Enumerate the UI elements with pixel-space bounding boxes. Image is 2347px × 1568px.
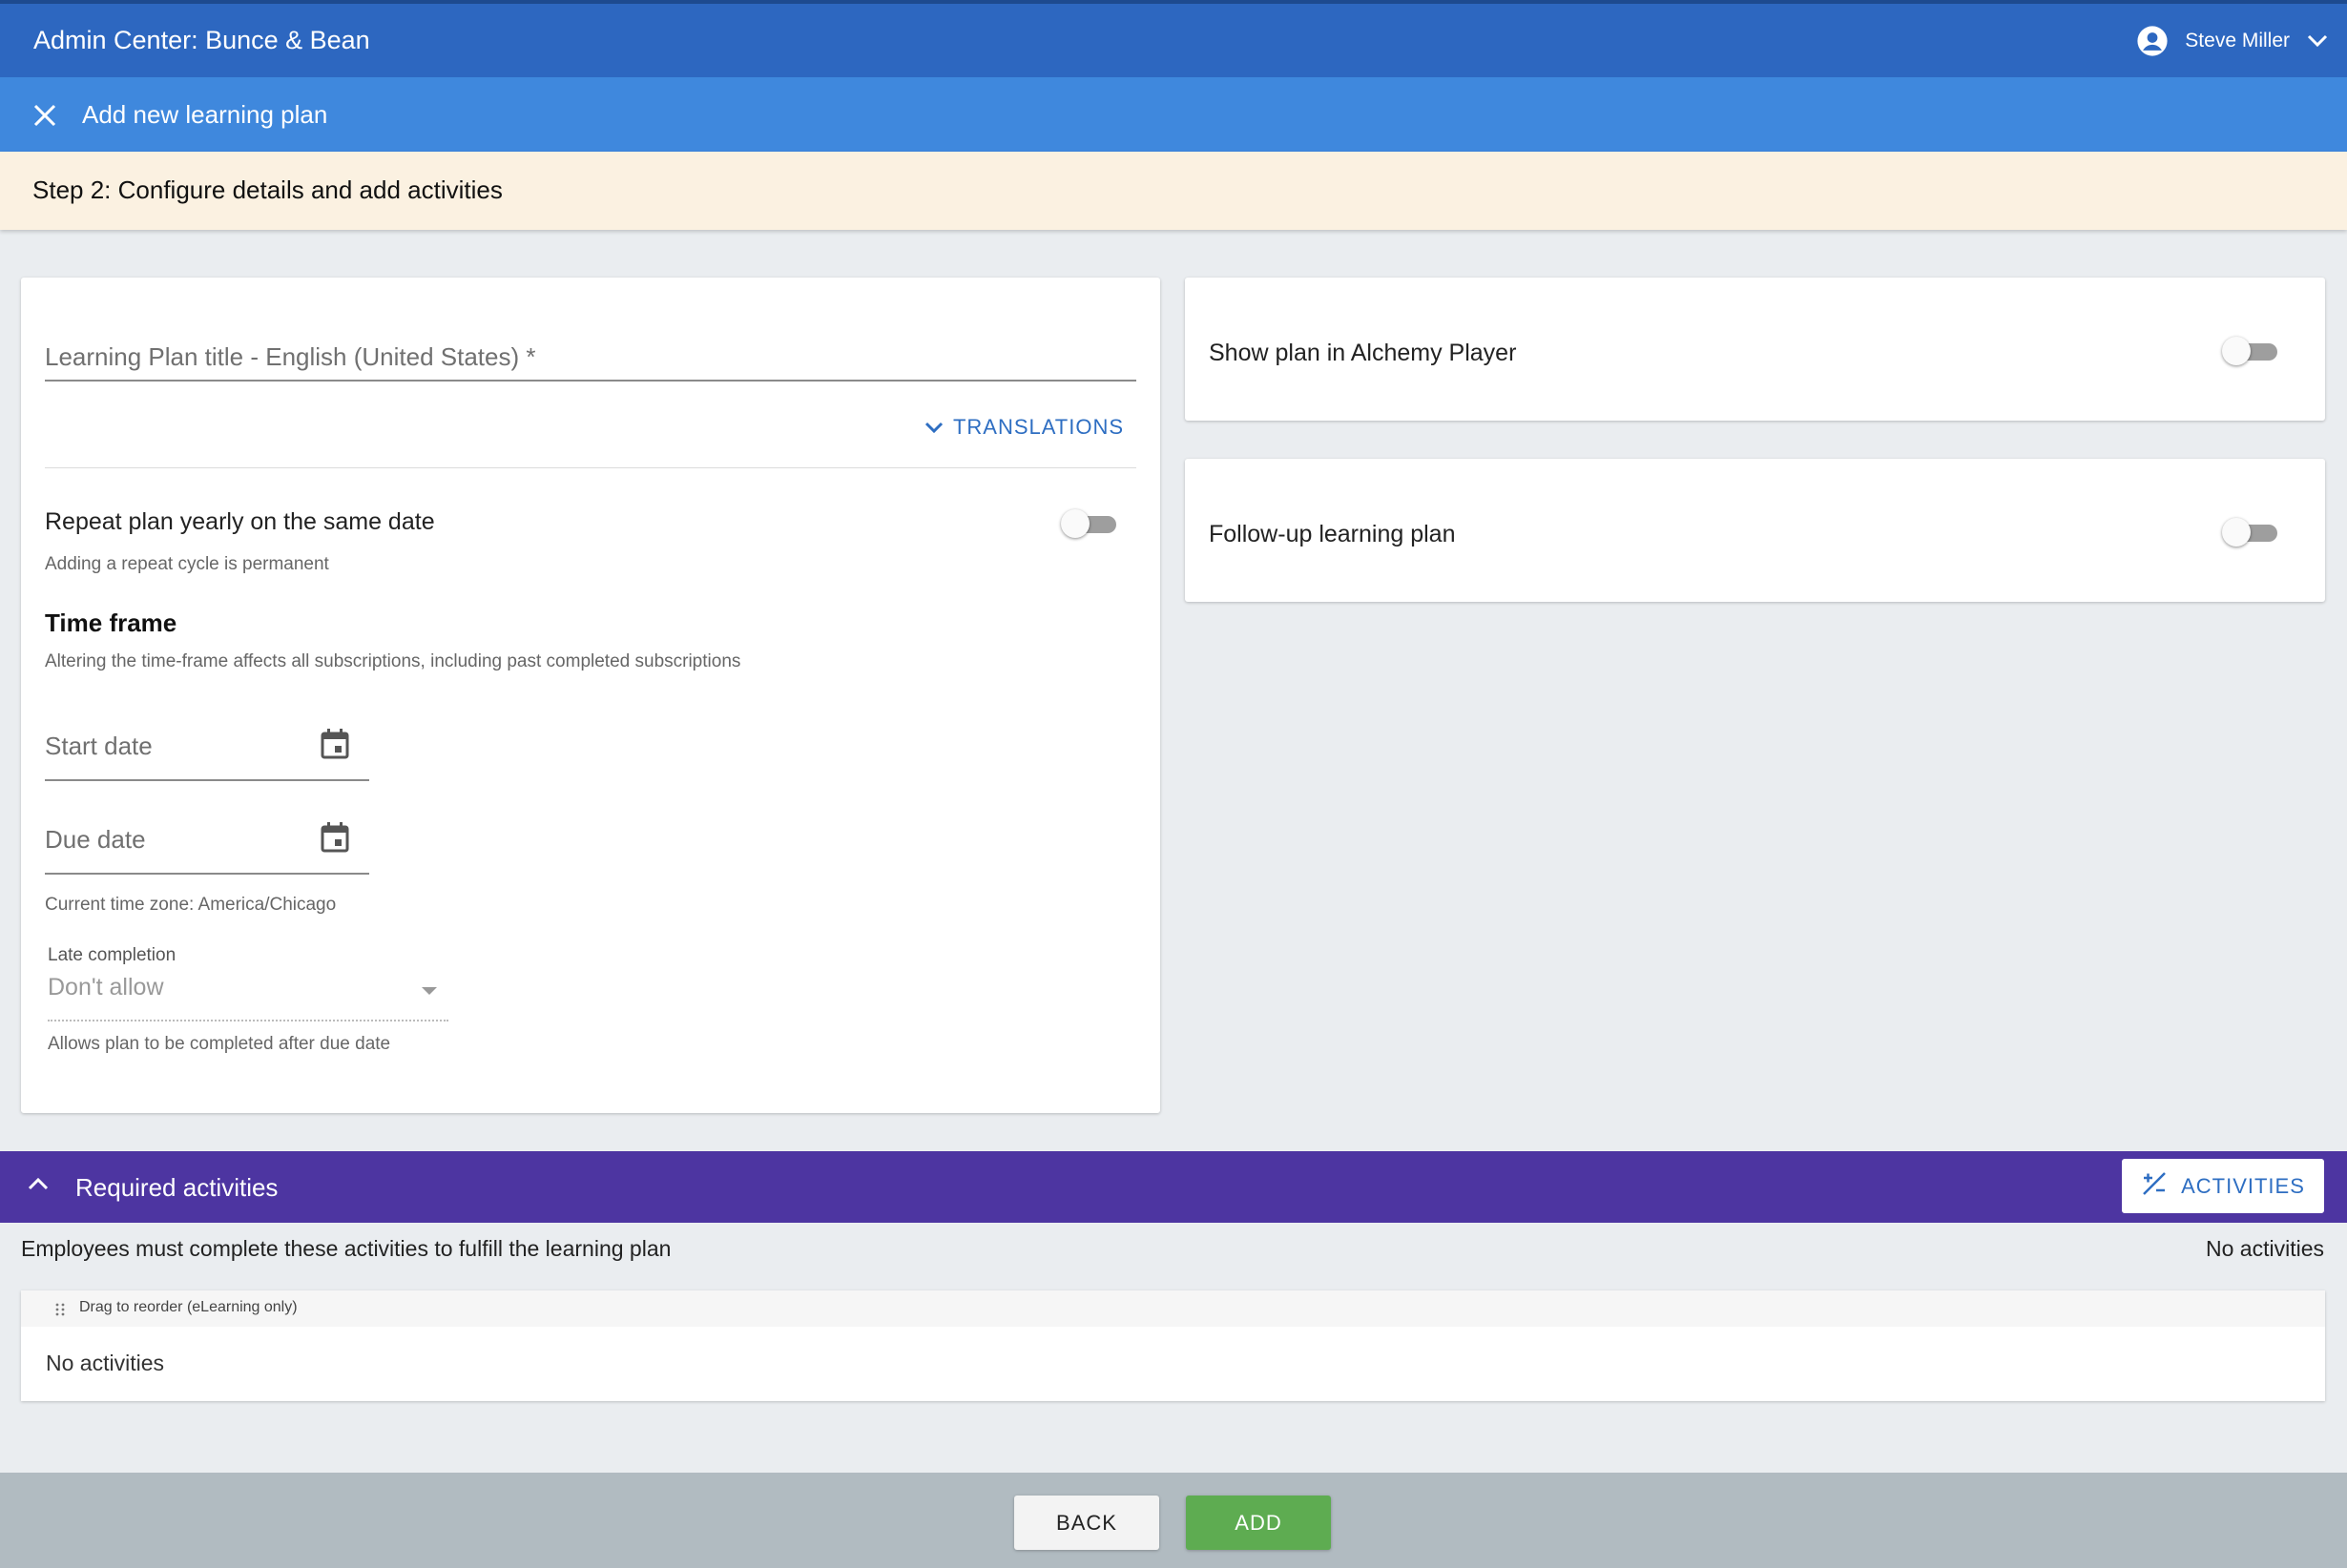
top-app-bar: Admin Center: Bunce & Bean Steve Miller <box>0 0 2347 77</box>
calendar-icon[interactable] <box>320 821 350 858</box>
follow-up-toggle[interactable] <box>2222 518 2281 547</box>
repeat-hint: Adding a repeat cycle is permanent <box>45 554 329 574</box>
start-date-label: Start date <box>45 732 153 760</box>
due-date-field[interactable]: Due date <box>45 817 369 875</box>
activities-list: Drag to reorder (eLearning only) No acti… <box>21 1290 2325 1401</box>
required-activities-header: Required activities ACTIVITIES <box>0 1151 2347 1223</box>
late-completion-select[interactable]: Late completion Don't allow <box>48 945 448 1021</box>
dialog-header: Add new learning plan <box>0 77 2347 152</box>
step-title: Step 2: Configure details and add activi… <box>32 175 503 204</box>
repeat-toggle[interactable] <box>1061 509 1120 538</box>
plan-details-card: Learning Plan title - English (United St… <box>21 278 1160 1113</box>
required-activities-description: Employees must complete these activities… <box>21 1236 672 1261</box>
translations-label: TRANSLATIONS <box>952 415 1124 439</box>
show-plan-label: Show plan in Alchemy Player <box>1209 340 1517 366</box>
translations-button[interactable]: TRANSLATIONS <box>924 415 1124 440</box>
toggle-knob <box>2222 337 2251 365</box>
toggle-knob <box>2222 518 2251 547</box>
activities-list-header: Drag to reorder (eLearning only) <box>21 1290 2325 1327</box>
dropdown-arrow-icon <box>422 987 437 995</box>
chevron-up-icon[interactable] <box>27 1176 50 1196</box>
dialog-title: Add new learning plan <box>82 100 328 129</box>
repeat-label: Repeat plan yearly on the same date <box>45 508 435 535</box>
drag-handle-icon <box>55 1303 65 1321</box>
show-plan-toggle[interactable] <box>2222 337 2281 365</box>
late-completion-label: Late completion <box>48 945 177 965</box>
select-underline <box>48 1020 448 1021</box>
empty-activities-text: No activities <box>46 1351 164 1375</box>
late-completion-hint: Allows plan to be completed after due da… <box>48 1034 391 1054</box>
app-title: Admin Center: Bunce & Bean <box>33 26 370 54</box>
toggle-knob <box>1061 509 1090 538</box>
user-menu[interactable]: Steve Miller <box>2136 25 2328 57</box>
late-completion-value: Don't allow <box>48 974 164 1001</box>
add-activity-icon <box>2141 1170 2168 1203</box>
footer-bar: BACK ADD <box>0 1473 2347 1568</box>
required-activities-title: Required activities <box>75 1173 279 1202</box>
chevron-down-icon <box>2307 34 2328 48</box>
chevron-down-icon <box>924 415 944 440</box>
start-date-underline <box>45 779 369 781</box>
close-icon[interactable] <box>31 101 59 130</box>
calendar-icon[interactable] <box>320 728 350 765</box>
follow-up-card: Follow-up learning plan <box>1185 459 2325 602</box>
account-circle-icon <box>2136 25 2169 57</box>
timezone-text: Current time zone: America/Chicago <box>45 895 337 915</box>
time-frame-heading: Time frame <box>45 609 177 637</box>
add-button[interactable]: ADD <box>1186 1496 1331 1550</box>
drag-hint: Drag to reorder (eLearning only) <box>79 1299 298 1315</box>
due-date-underline <box>45 873 369 875</box>
activities-button-label: ACTIVITIES <box>2181 1173 2305 1198</box>
title-field-underline <box>45 380 1136 382</box>
due-date-label: Due date <box>45 825 146 854</box>
start-date-field[interactable]: Start date <box>45 724 369 781</box>
back-button[interactable]: BACK <box>1014 1496 1159 1550</box>
activities-count: No activities <box>2206 1236 2324 1261</box>
divider <box>45 467 1136 468</box>
follow-up-label: Follow-up learning plan <box>1209 521 1456 547</box>
show-plan-card: Show plan in Alchemy Player <box>1185 278 2325 421</box>
activities-button[interactable]: ACTIVITIES <box>2122 1159 2324 1213</box>
title-field[interactable]: Learning Plan title - English (United St… <box>45 342 536 372</box>
time-frame-hint: Altering the time-frame affects all subs… <box>45 651 741 671</box>
user-name: Steve Miller <box>2185 30 2290 52</box>
step-banner: Step 2: Configure details and add activi… <box>0 152 2347 230</box>
